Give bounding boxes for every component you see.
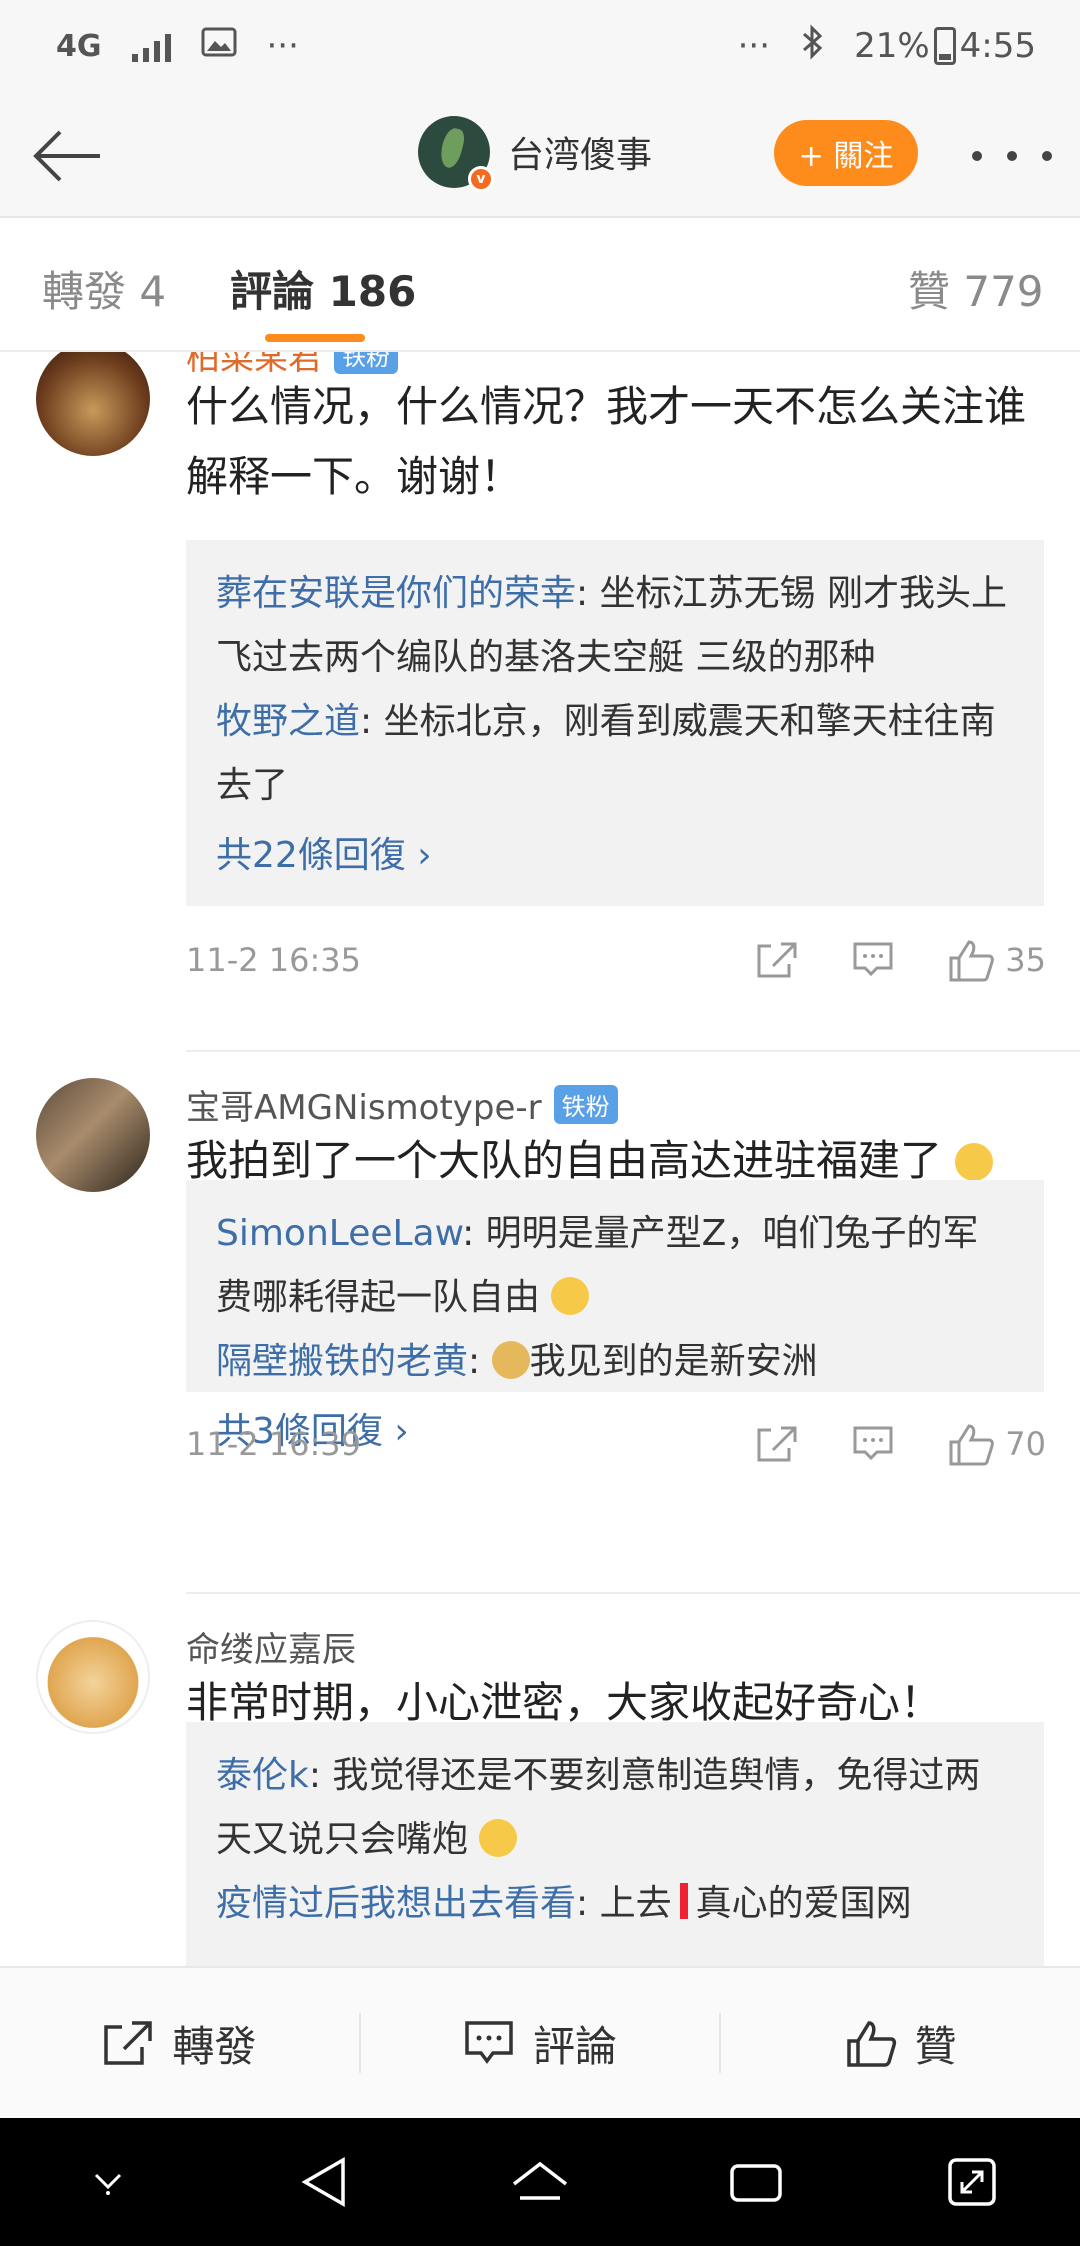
battery-percent: 21% [854, 26, 930, 66]
like-label: 贊 [914, 2021, 957, 2071]
comment-button[interactable]: 評論 [361, 2013, 720, 2074]
reply-item: 隔壁搬铁的老黄: 我见到的是新安洲 [216, 1341, 818, 1382]
doge-emoji-icon [491, 1341, 530, 1379]
like-post-button[interactable]: 贊 [721, 2013, 1080, 2074]
status-bar: 4G ··· ··· 21% 4:55 [0, 0, 1080, 92]
account-avatar[interactable]: v [418, 116, 494, 192]
repost-icon[interactable] [755, 940, 799, 980]
comment-item: 宝哥AMGNismotype-r 铁粉 我拍到了一个大队的自由高达进驻福建了 S… [0, 1050, 1080, 1466]
emoji-icon [955, 1143, 994, 1181]
repost-button[interactable]: 轉發 [0, 2013, 359, 2074]
comment-meta: 11-2 16:39 70 [186, 1414, 1046, 1474]
commenter-name[interactable]: 宝哥AMGNismotype-r [186, 1080, 542, 1129]
reply-author[interactable]: SimonLeeLaw [216, 1213, 462, 1254]
fan-badge: 铁粉 [334, 352, 398, 374]
reply-author[interactable]: 牧野之道 [216, 701, 360, 742]
repost-icon[interactable] [755, 1424, 799, 1464]
commenter-avatar[interactable] [36, 1620, 150, 1734]
comment-time: 11-2 16:35 [186, 941, 362, 979]
comment-meta: 11-2 16:35 35 [186, 930, 1046, 990]
nav-rotate-button[interactable] [932, 2142, 1012, 2222]
commenter-avatar[interactable] [36, 1078, 150, 1192]
nav-recents-button[interactable] [716, 2142, 796, 2222]
battery-icon [933, 27, 956, 65]
bottom-action-bar: 轉發 評論 贊 [0, 1966, 1080, 2118]
comment-text: 什么情况，什么情况？我才一天不怎么关注谁解释一下。谢谢！ [186, 382, 1027, 501]
comment-item: 命缕应嘉辰 非常时期，小心泄密，大家收起好奇心！ 泰伦k: 我觉得还是不要刻意制… [0, 1592, 1080, 1966]
notification-more: ··· [266, 26, 299, 66]
thumb-up-icon [949, 940, 995, 982]
reply-item: 疫情过后我想出去看看: 上去 真心的爱国网 [216, 1883, 912, 1924]
reply-author[interactable]: 泰伦k [216, 1755, 309, 1796]
like-count: 35 [1005, 941, 1046, 979]
reply-author[interactable]: 葬在安联是你们的荣幸 [216, 573, 576, 614]
hide-nav-button[interactable] [68, 2142, 148, 2222]
app-header: v 台湾傻事 + 關注 [0, 92, 1080, 218]
reply-preview[interactable]: 泰伦k: 我觉得还是不要刻意制造舆情，免得过两天又说只会嘴炮 疫情过后我想出去看… [186, 1722, 1044, 1966]
recents-icon [730, 2164, 782, 2202]
repost-label: 轉發 [172, 2021, 257, 2071]
chevron-down-icon [94, 2173, 122, 2195]
follow-button[interactable]: + 關注 [774, 120, 918, 186]
like-button[interactable]: 35 [947, 938, 1046, 982]
reply-item: SimonLeeLaw: 明明是量产型Z，咱们兔子的军费哪耗得起一队自由 [216, 1213, 979, 1318]
network-indicator: 4G [56, 28, 102, 64]
system-navigation-bar [0, 2118, 1080, 2246]
expand-icon [948, 2158, 996, 2206]
thumb-up-icon [846, 2021, 896, 2067]
more-replies-link[interactable]: 共22條回復 › [216, 824, 1014, 888]
back-button[interactable] [24, 116, 108, 196]
like-count: 70 [1005, 1425, 1046, 1463]
nav-home-button[interactable] [500, 2142, 580, 2222]
verified-icon: v [468, 166, 494, 192]
clock: 4:55 [959, 26, 1036, 66]
commenter-avatar[interactable] [36, 352, 150, 456]
reply-preview[interactable]: 葬在安联是你们的荣幸: 坐标江苏无锡 刚才我头上飞过去两个编队的基洛夫空艇 三级… [186, 540, 1044, 906]
home-icon [512, 2161, 568, 2200]
comment-item: 柏菜某君 铁粉 什么情况，什么情况？我才一天不怎么关注谁解释一下。谢谢！ 葬在安… [0, 352, 1080, 982]
reply-item: 泰伦k: 我觉得还是不要刻意制造舆情，免得过两天又说只会嘴炮 [216, 1755, 981, 1860]
back-arrow-icon [33, 130, 100, 182]
account-profile[interactable]: v 台湾傻事 [418, 116, 652, 192]
fan-badge: 铁粉 [553, 1085, 618, 1124]
emoji-icon [551, 1277, 590, 1315]
reply-author[interactable]: 隔壁搬铁的老黄 [216, 1341, 468, 1382]
tab-bar: 轉發 4 評論 186 贊 779 [0, 218, 1080, 352]
status-more: ··· [737, 26, 771, 66]
comment-icon[interactable] [851, 940, 895, 980]
repost-icon [104, 2021, 153, 2065]
bluetooth-icon [800, 23, 824, 69]
exclamation-icon [679, 1883, 688, 1919]
nav-back-button[interactable] [284, 2142, 364, 2222]
active-tab-indicator [265, 334, 365, 342]
more-options-icon[interactable] [972, 136, 1052, 176]
reply-item: 葬在安联是你们的荣幸: 坐标江苏无锡 刚才我头上飞过去两个编队的基洛夫空艇 三级… [216, 573, 1008, 678]
reply-author[interactable]: 疫情过后我想出去看看 [216, 1883, 576, 1924]
gallery-icon [201, 26, 237, 66]
account-name[interactable]: 台湾傻事 [508, 126, 652, 178]
like-button[interactable]: 70 [947, 1422, 1046, 1466]
tab-likes[interactable]: 贊 779 [908, 258, 1044, 319]
comment-label: 評論 [533, 2021, 618, 2071]
commenter-name[interactable]: 命缕应嘉辰 [186, 1622, 356, 1671]
emoji-icon [479, 1819, 518, 1857]
comment-icon[interactable] [851, 1424, 895, 1464]
tab-reposts[interactable]: 轉發 4 [42, 258, 166, 319]
tab-comments[interactable]: 評論 186 [230, 258, 416, 319]
reply-preview[interactable]: SimonLeeLaw: 明明是量产型Z，咱们兔子的军费哪耗得起一队自由 隔壁搬… [186, 1180, 1044, 1452]
comment-list[interactable]: 柏菜某君 铁粉 什么情况，什么情况？我才一天不怎么关注谁解释一下。谢谢！ 葬在安… [0, 352, 1080, 1966]
thumb-up-icon [949, 1424, 995, 1466]
comment-time: 11-2 16:39 [186, 1425, 362, 1463]
back-triangle-icon [301, 2156, 345, 2208]
reply-item: 牧野之道: 坐标北京，刚看到威震天和擎天柱往南去了 [216, 701, 996, 806]
comment-icon [465, 2021, 513, 2064]
signal-icon [131, 30, 171, 62]
